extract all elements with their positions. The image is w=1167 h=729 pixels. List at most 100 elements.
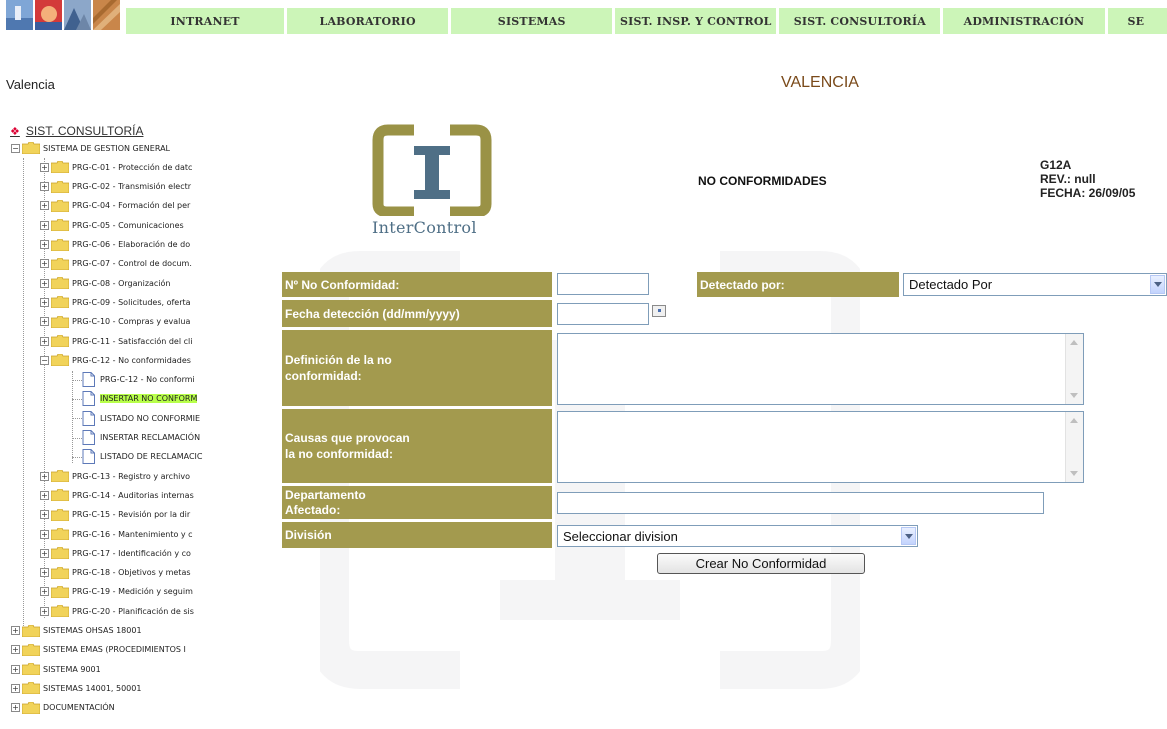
- detected-by-select[interactable]: Detectado Por: [903, 273, 1167, 296]
- tree-top-level-item[interactable]: + SISTEMAS OHSAS 18001: [11, 622, 142, 640]
- expand-toggle-icon[interactable]: +: [11, 683, 20, 693]
- tree-item[interactable]: + PRG-C-10 - Compras y evalua: [40, 313, 190, 331]
- expand-toggle-icon[interactable]: +: [40, 568, 49, 578]
- tree-item[interactable]: + PRG-C-07 - Control de docum.: [40, 255, 192, 273]
- tree-subitem[interactable]: LISTADO DE RECLAMACIC: [82, 448, 202, 466]
- tree-item[interactable]: + PRG-C-19 - Medición y seguim: [40, 583, 193, 601]
- tree-connector: [72, 437, 82, 439]
- document-icon: [82, 391, 95, 407]
- expand-toggle-icon[interactable]: +: [40, 548, 49, 558]
- definition-textarea[interactable]: [557, 333, 1084, 405]
- tree-item[interactable]: + PRG-C-05 - Comunicaciones: [40, 216, 184, 234]
- nav-sist-consultoria[interactable]: SIST. CONSULTORÍA: [779, 8, 941, 34]
- expand-toggle-icon[interactable]: +: [40, 490, 49, 500]
- expand-toggle-icon[interactable]: +: [40, 297, 49, 307]
- scroll-down-icon[interactable]: [1070, 471, 1078, 476]
- folder-icon: [50, 315, 70, 329]
- expand-toggle-icon[interactable]: +: [11, 645, 20, 655]
- folder-icon: [50, 160, 70, 174]
- expand-toggle-icon[interactable]: +: [40, 529, 49, 539]
- tree-top-level-item[interactable]: + SISTEMA EMAS (PROCEDIMIENTOS I: [11, 641, 186, 659]
- tree-item-label: PRG-C-16 - Mantenimiento y c: [72, 529, 193, 539]
- expand-toggle-icon[interactable]: +: [40, 471, 49, 481]
- calendar-icon[interactable]: [652, 305, 666, 317]
- document-icon: [82, 449, 95, 465]
- department-input[interactable]: [557, 492, 1044, 514]
- expand-toggle-icon[interactable]: +: [40, 336, 49, 346]
- expand-toggle-icon[interactable]: +: [40, 240, 49, 249]
- tree-item-label: SISTEMAS 14001, 50001: [43, 683, 142, 693]
- header-logos: [6, 0, 120, 34]
- expand-toggle-icon[interactable]: +: [40, 220, 49, 230]
- chevron-down-icon[interactable]: [901, 527, 916, 545]
- folder-icon: [50, 488, 70, 502]
- tree-item[interactable]: + PRG-C-11 - Satisfacción del cli: [40, 332, 192, 350]
- tree-item[interactable]: + PRG-C-15 - Revisión por la dir: [40, 506, 190, 524]
- detection-date-input[interactable]: [557, 303, 649, 325]
- causes-label-line1: Causas que provocan: [285, 431, 410, 445]
- definition-scrollbar[interactable]: [1065, 334, 1083, 404]
- tree-group-general[interactable]: − SISTEMA DE GESTION GENERAL: [11, 139, 170, 157]
- tree-top-level-item[interactable]: + SISTEMAS 14001, 50001: [11, 679, 141, 697]
- tree-item-label: PRG-C-04 - Formación del per: [72, 201, 191, 211]
- tree-item-label: SISTEMAS OHSAS 18001: [43, 626, 142, 635]
- scroll-up-icon[interactable]: [1070, 340, 1078, 345]
- scroll-down-icon[interactable]: [1070, 393, 1078, 398]
- expand-toggle-icon[interactable]: +: [40, 259, 49, 269]
- tree-subitem[interactable]: INSERTAR RECLAMACIÓN: [82, 429, 200, 447]
- tree-subitem[interactable]: PRG-C-12 - No conformi: [82, 371, 195, 389]
- tree-item[interactable]: + PRG-C-20 - Planificación de sis: [40, 602, 194, 620]
- tree-item[interactable]: + PRG-C-02 - Transmisión electr: [40, 178, 191, 196]
- nav-administracion[interactable]: ADMINISTRACIÓN: [943, 8, 1105, 34]
- expand-toggle-icon[interactable]: +: [11, 703, 20, 713]
- logo-wordmark: InterControl: [372, 218, 477, 237]
- expand-toggle-icon[interactable]: +: [40, 606, 49, 616]
- detected-by-value: Detectado Por: [909, 277, 993, 292]
- tree-item[interactable]: − PRG-C-12 - No conformidades: [40, 351, 191, 369]
- tree-item-label: PRG-C-06 - Elaboración de do: [72, 240, 191, 249]
- tree-item[interactable]: + PRG-C-16 - Mantenimiento y c: [40, 525, 193, 543]
- expand-toggle-icon[interactable]: +: [40, 182, 49, 192]
- tree-item[interactable]: + PRG-C-04 - Formación del per: [40, 197, 190, 215]
- tree-item[interactable]: + PRG-C-08 - Organización: [40, 274, 171, 292]
- division-select[interactable]: Seleccionar division: [557, 525, 918, 547]
- folder-icon: [50, 469, 70, 483]
- scroll-up-icon[interactable]: [1070, 418, 1078, 423]
- tree-top-level-item[interactable]: + DOCUMENTACIÓN: [11, 699, 115, 717]
- nav-laboratorio[interactable]: LABORATORIO: [287, 8, 449, 34]
- tree-root-link[interactable]: ❖ SIST. CONSULTORÍA: [10, 124, 143, 138]
- expand-toggle-icon[interactable]: +: [40, 278, 49, 288]
- causes-scrollbar[interactable]: [1065, 412, 1083, 482]
- folder-icon: [21, 681, 41, 695]
- nc-number-input[interactable]: [557, 273, 649, 295]
- expand-toggle-icon[interactable]: +: [40, 587, 49, 597]
- tree-item[interactable]: + PRG-C-18 - Objetivos y metas: [40, 564, 191, 582]
- tree-top-level-item[interactable]: + SISTEMA 9001: [11, 660, 101, 678]
- expand-toggle-icon[interactable]: −: [11, 143, 20, 153]
- expand-toggle-icon[interactable]: +: [11, 626, 20, 635]
- nav-sist-insp-control[interactable]: SIST. INSP. Y CONTROL: [615, 8, 777, 34]
- causes-textarea[interactable]: [557, 411, 1084, 483]
- tree-item[interactable]: + PRG-C-17 - Identificación y co: [40, 544, 191, 562]
- expand-toggle-icon[interactable]: −: [40, 355, 49, 365]
- folder-icon: [21, 643, 41, 657]
- location-label: Valencia: [6, 77, 55, 92]
- tree-item[interactable]: + PRG-C-06 - Elaboración de do: [40, 236, 190, 254]
- tree-item[interactable]: + PRG-C-14 - Auditorias internas: [40, 486, 194, 504]
- tree-subitem[interactable]: LISTADO NO CONFORMIE: [82, 409, 200, 427]
- expand-toggle-icon[interactable]: +: [40, 510, 49, 520]
- expand-toggle-icon[interactable]: +: [40, 201, 49, 211]
- nav-se[interactable]: SE: [1107, 8, 1167, 34]
- tree-item[interactable]: + PRG-C-01 - Protección de datc: [40, 158, 192, 176]
- chevron-down-icon[interactable]: [1150, 275, 1165, 294]
- folder-icon: [50, 295, 70, 309]
- tree-subitem-selected[interactable]: INSERTAR NO CONFORM: [82, 390, 198, 408]
- create-nonconformity-button[interactable]: Crear No Conformidad: [657, 553, 865, 574]
- tree-item[interactable]: + PRG-C-09 - Solicitudes, oferta: [40, 293, 191, 311]
- expand-toggle-icon[interactable]: +: [40, 317, 49, 327]
- expand-toggle-icon[interactable]: +: [11, 664, 20, 674]
- nav-intranet[interactable]: INTRANET: [126, 8, 285, 34]
- nav-sistemas[interactable]: SISTEMAS: [451, 8, 613, 34]
- expand-toggle-icon[interactable]: +: [40, 162, 49, 172]
- tree-item[interactable]: + PRG-C-13 - Registro y archivo: [40, 467, 190, 485]
